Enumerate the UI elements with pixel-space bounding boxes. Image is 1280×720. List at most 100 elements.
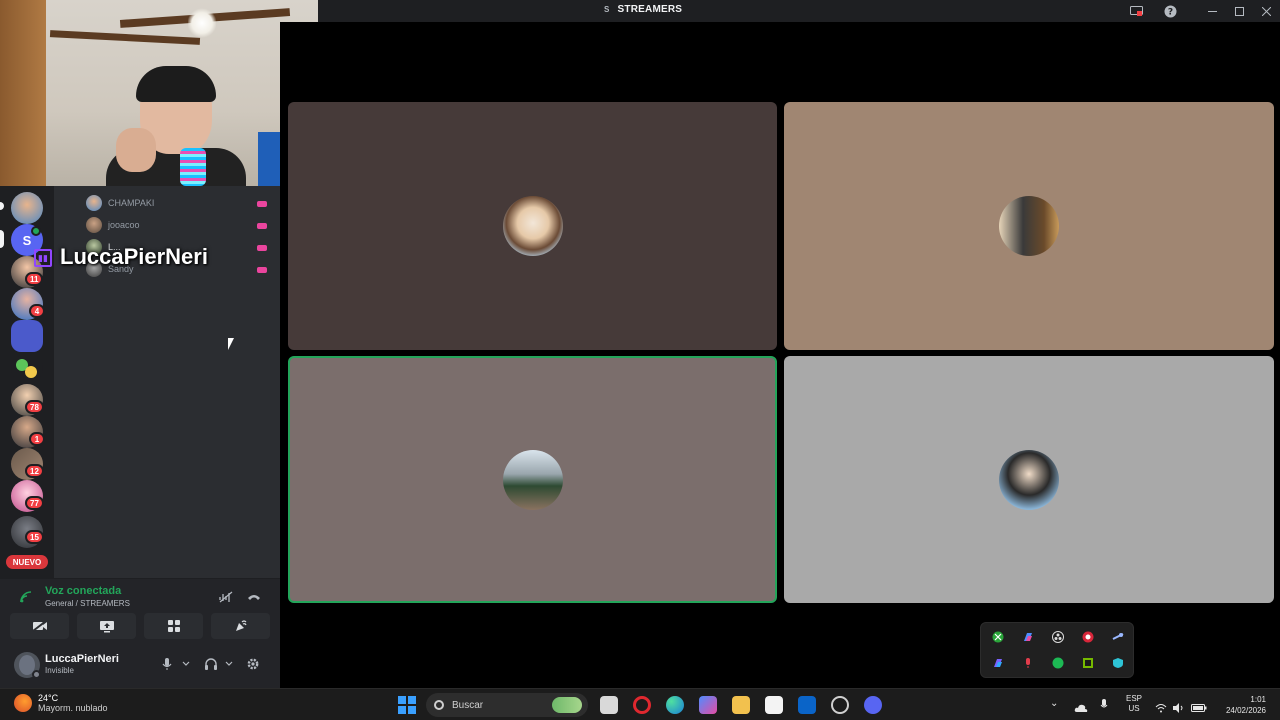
noise-suppression-icon[interactable] xyxy=(218,589,234,605)
app-tray-icon[interactable] xyxy=(1081,630,1095,644)
user-name[interactable]: LuccaPierNeri xyxy=(45,653,119,665)
server-badge: 78 xyxy=(25,400,44,414)
twitch-icon: ▮▮ xyxy=(34,249,52,267)
voice-status[interactable]: Voz conectada xyxy=(45,585,121,597)
wifi-icon[interactable] xyxy=(1155,700,1167,718)
maximize-icon[interactable] xyxy=(1226,0,1253,22)
clock-date: 24/02/2026 xyxy=(1225,706,1266,715)
language-indicator[interactable]: ESP US xyxy=(1126,694,1142,714)
svg-text:?: ? xyxy=(1167,7,1172,17)
language-bottom: US xyxy=(1128,704,1140,713)
search-placeholder: Buscar xyxy=(452,699,484,711)
participant-tile[interactable] xyxy=(784,102,1274,350)
security-icon[interactable] xyxy=(1111,656,1125,670)
participant-tile[interactable] xyxy=(784,356,1274,603)
weather-desc: Mayorm. nublado xyxy=(38,703,108,713)
voice-member[interactable]: jooacoo xyxy=(86,216,140,234)
server-rail: S 11 4 78 1 12 77 15 xyxy=(0,186,54,578)
server-badge: 77 xyxy=(25,496,44,510)
chevron-down-icon[interactable] xyxy=(225,656,233,672)
server-badge: 12 xyxy=(25,464,44,478)
settings-icon[interactable] xyxy=(246,656,260,672)
windows-taskbar: 24°C Mayorm. nublado Buscar ⌄ ESP US 1:0… xyxy=(0,688,1280,720)
voice-member[interactable]: CHAMPAKI xyxy=(86,194,154,212)
member-name: jooacoo xyxy=(108,220,140,230)
volume-icon[interactable] xyxy=(1172,700,1184,718)
language-top: ESP xyxy=(1126,694,1143,703)
channel-title: STREAMERS xyxy=(617,4,683,15)
participant-avatar xyxy=(999,449,1059,510)
cloud-icon[interactable] xyxy=(1074,700,1088,718)
tray-overflow-popup xyxy=(980,622,1134,678)
server-icon[interactable] xyxy=(11,320,43,352)
chevron-down-icon[interactable] xyxy=(182,656,190,672)
screen-share-icon[interactable] xyxy=(1123,0,1149,22)
participant-tile[interactable] xyxy=(288,102,777,350)
streaming-icon xyxy=(257,201,267,207)
microphone-tray-icon[interactable] xyxy=(1021,656,1035,670)
voice-location[interactable]: General / STREAMERS xyxy=(45,599,130,608)
clock[interactable]: 1:01 24/02/2026 xyxy=(1216,694,1266,716)
streaming-icon xyxy=(257,245,267,251)
participant-avatar xyxy=(502,449,563,510)
rgb-microphone xyxy=(180,148,206,186)
minimize-icon[interactable] xyxy=(1199,0,1226,22)
copilot-icon[interactable] xyxy=(1021,630,1035,644)
search-highlight-icon xyxy=(552,697,582,713)
steam-icon[interactable] xyxy=(1111,630,1125,644)
activities-icon[interactable] xyxy=(144,613,203,639)
participant-tile-speaking[interactable] xyxy=(288,356,777,603)
mouse-cursor-icon xyxy=(228,338,234,350)
help-icon[interactable]: ? xyxy=(1157,0,1183,22)
titlebar-controls: ? xyxy=(1123,0,1280,22)
file-explorer-icon[interactable] xyxy=(732,696,750,714)
mic-icon[interactable] xyxy=(162,656,172,672)
store-icon[interactable] xyxy=(765,696,783,714)
weather-temp: 24°C xyxy=(38,693,59,703)
share-screen-icon[interactable] xyxy=(77,613,136,639)
user-status-text: Invisible xyxy=(45,666,74,675)
copilot-icon[interactable] xyxy=(699,696,717,714)
weather-widget[interactable]: 24°C Mayorm. nublado xyxy=(14,693,108,713)
disconnect-icon[interactable] xyxy=(246,589,262,605)
search-icon xyxy=(434,700,444,710)
camera-off-icon[interactable] xyxy=(10,613,69,639)
server-icon[interactable] xyxy=(11,192,43,224)
server-icon[interactable] xyxy=(11,352,43,384)
server-badge: 4 xyxy=(29,304,45,318)
headset-icon[interactable] xyxy=(204,656,218,672)
close-icon[interactable] xyxy=(1253,0,1280,22)
spotify-icon[interactable] xyxy=(1051,656,1065,670)
opera-icon[interactable] xyxy=(633,696,651,714)
stream-overlay-name: LuccaPierNeri xyxy=(60,244,208,269)
task-view-icon[interactable] xyxy=(600,696,618,714)
voice-call-stage xyxy=(280,22,1280,688)
streaming-icon xyxy=(257,223,267,229)
soundboard-icon[interactable] xyxy=(211,613,270,639)
search-input[interactable]: Buscar xyxy=(426,693,588,717)
chevron-up-icon[interactable]: ⌄ xyxy=(1050,698,1058,709)
member-avatar xyxy=(86,195,102,211)
copilot-icon[interactable] xyxy=(991,656,1005,670)
voice-action-buttons xyxy=(10,613,270,639)
status-indicator xyxy=(32,670,41,679)
weather-icon xyxy=(14,694,32,712)
new-servers-pill[interactable]: NUEVO xyxy=(6,555,48,569)
xbox-icon[interactable] xyxy=(991,630,1005,644)
discord-app: S STREAMERS ? S 11 4 78 1 12 77 15 NUEVO… xyxy=(0,0,1280,720)
discord-icon[interactable] xyxy=(864,696,882,714)
battery-icon[interactable] xyxy=(1191,700,1207,718)
obs-icon[interactable] xyxy=(1051,630,1065,644)
member-avatar xyxy=(86,217,102,233)
signal-icon[interactable] xyxy=(20,591,34,606)
webcam-overlay xyxy=(0,0,318,186)
edge-icon[interactable] xyxy=(666,696,684,714)
server-activity-dot xyxy=(31,226,41,236)
start-icon[interactable] xyxy=(398,696,416,714)
chatgpt-icon[interactable] xyxy=(831,696,849,714)
clock-time: 1:01 xyxy=(1250,695,1266,704)
mic-tray-icon[interactable] xyxy=(1100,698,1108,716)
outlook-icon[interactable] xyxy=(798,696,816,714)
server-initial: S xyxy=(604,5,610,14)
nvidia-icon[interactable] xyxy=(1081,656,1095,670)
